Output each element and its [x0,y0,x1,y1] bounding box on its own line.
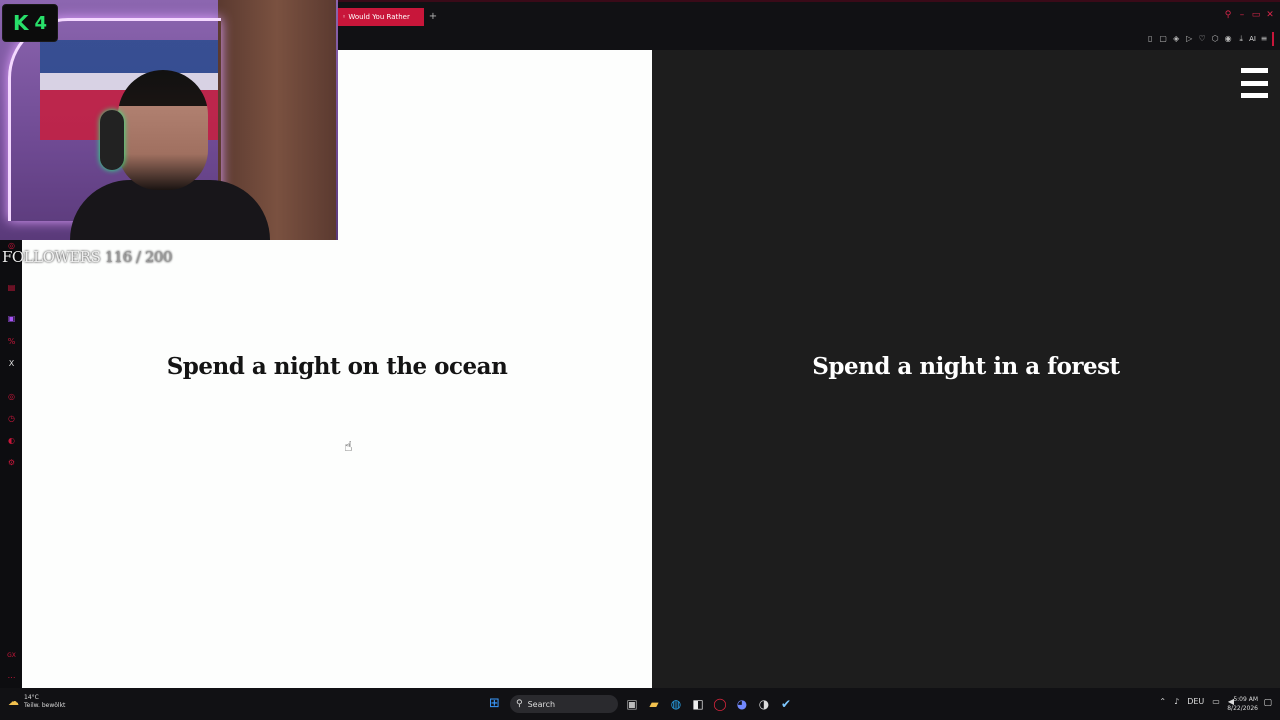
k4-logo: K 4 [2,4,58,42]
bookmark-icon[interactable]: ▯ [1145,34,1155,44]
download-icon[interactable]: ⤓ [1236,34,1246,44]
profile-icon[interactable]: ◉ [1223,34,1233,44]
taskbar-search[interactable]: ⚲ [510,695,618,713]
taskbar: ☁ 14°C Teilw. bewölkt ⊞ ⚲ ▣ ▰ ◍ ◧ ◯ ◕ ◑ … [0,688,1280,720]
accent-bar [1272,32,1274,46]
file-explorer-icon[interactable]: ▰ [647,696,661,712]
taskbar-search-input[interactable] [527,699,608,709]
notification-icon[interactable]: ▢ [1263,698,1272,708]
sidebar-x-icon[interactable]: X [6,358,17,369]
clock-date: 8/22/2026 [1227,705,1258,712]
weather-desc: Teilw. bewölkt [24,702,66,709]
minimize-button[interactable]: – [1236,8,1248,22]
k4-number: 4 [34,12,48,34]
restore-button[interactable]: ▭ [1250,8,1262,22]
hamburger-menu-icon[interactable] [1241,68,1268,98]
screenshot-icon[interactable]: ▢ [1158,34,1168,44]
sidebar-bag-icon[interactable]: ◐ [6,435,17,446]
search-icon: ⚲ [516,699,523,709]
sidebar-twitch-icon[interactable]: ▣ [6,313,17,324]
followers-goal: FOLLOWERS 116 / 200 [2,248,173,266]
close-button[interactable]: ✕ [1264,8,1276,22]
system-tray: ⌃ ♪ DEU ▭ ◀ [1159,697,1234,706]
hand-cursor-icon: ☝ [344,439,353,455]
option-right-text: Spend a night in a forest [812,353,1120,380]
heart-icon[interactable]: ♡ [1197,34,1207,44]
sidebar-clock-icon[interactable]: ◷ [6,413,17,424]
browser-search-icon[interactable]: ⚲ [1222,8,1234,22]
sidebar-notes-icon[interactable]: ▤ [6,282,17,293]
extensions-icon[interactable]: ⬡ [1210,34,1220,44]
play-icon[interactable]: ▷ [1184,34,1194,44]
webcam-overlay: K 4 [0,0,338,240]
menu-icon[interactable]: ≡ [1259,34,1269,44]
clock[interactable]: 5:09 AM 8/22/2026 [1227,695,1258,713]
sidebar-gift-icon[interactable]: GX [6,650,17,661]
sidebar-percent-icon[interactable]: % [6,336,17,347]
toolbar-icons: ▯ ▢ ◈ ▷ ♡ ⬡ ◉ ⤓ AI ≡ [1145,32,1274,46]
ai-button[interactable]: AI [1249,34,1256,44]
store-icon[interactable]: ◧ [691,696,705,712]
task-view-icon[interactable]: ▣ [625,696,639,712]
windows-start-icon[interactable]: ⊞ [489,697,503,711]
weather-widget[interactable]: ☁ 14°C Teilw. bewölkt [8,694,65,710]
tab-would-you-rather[interactable]: ◦ Would You Rather [338,8,424,26]
edge-icon[interactable]: ◍ [669,696,683,712]
discord-icon[interactable]: ◕ [735,696,749,712]
weather-icon: ☁ [8,695,19,708]
chevron-up-icon[interactable]: ⌃ [1159,697,1166,706]
option-left-text: Spend a night on the ocean [166,353,508,380]
sidebar-more-icon[interactable]: ⋯ [6,672,17,683]
app-icon[interactable]: ◑ [757,696,771,712]
weather-temp: 14°C [24,694,39,701]
followers-count: 116 / 200 [104,248,173,266]
language-indicator[interactable]: DEU [1187,697,1204,706]
opera-gx-icon[interactable]: ◯ [713,696,727,712]
new-tab-button[interactable]: + [426,8,440,26]
taskbar-apps: ▣ ▰ ◍ ◧ ◯ ◕ ◑ ✔ [625,696,793,712]
microphone-icon[interactable]: ♪ [1174,697,1179,706]
sidebar-target-icon[interactable]: ◎ [6,391,17,402]
option-right-panel[interactable]: Spend a night in a forest [652,50,1280,688]
network-icon[interactable]: ▭ [1212,697,1220,706]
browser-sidebar: ◎ ▤ ▣ % X ◎ ◷ ◐ ⚙ GX ⋯ [0,240,22,692]
k4-letter: K [12,11,29,35]
browser-toolbar: ◦ Would You Rather + ⚲ – ▭ ✕ ▯ ▢ ◈ ▷ ♡ ⬡… [338,0,1280,52]
followers-label: FOLLOWERS [2,248,105,266]
clock-time: 5:09 AM [1233,696,1258,703]
steam-icon[interactable]: ✔ [779,696,793,712]
shield-icon[interactable]: ◈ [1171,34,1181,44]
sidebar-settings-icon[interactable]: ⚙ [6,457,17,468]
